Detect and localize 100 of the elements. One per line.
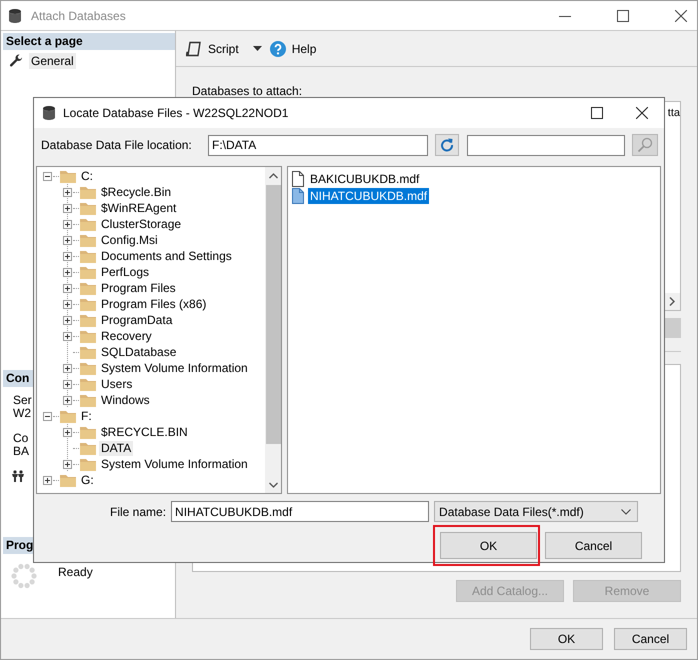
field-label: Database Data File location: (41, 138, 193, 152)
status-text: Ready (58, 564, 93, 579)
folder-icon (80, 297, 96, 311)
connection-text: W2 (13, 407, 31, 420)
expand-icon[interactable] (63, 204, 72, 212)
tree-item[interactable]: $Recycle.Bin (99, 184, 174, 200)
dialog-button[interactable]: OK (440, 532, 537, 559)
expand-icon[interactable] (43, 476, 52, 484)
filter-dropdown[interactable]: Database Data Files(*.mdf) (434, 501, 638, 522)
close-icon[interactable] (636, 107, 648, 119)
folder-icon (80, 345, 96, 359)
folder-icon (80, 201, 96, 215)
file-name-field[interactable]: NIHATCUBUKDB.mdf (171, 501, 430, 522)
page-item[interactable]: General (29, 53, 76, 69)
folder-icon (80, 377, 96, 391)
maximize-icon[interactable] (617, 10, 629, 22)
connection-text: BA (13, 445, 30, 458)
caret-icon (252, 46, 262, 51)
location-field[interactable]: F:\DATA (208, 134, 428, 156)
expand-icon[interactable] (63, 364, 72, 372)
window-title: Attach Databases (31, 8, 126, 22)
spinner-icon (11, 563, 37, 589)
expand-icon[interactable] (63, 428, 72, 436)
help-button[interactable]: Help (268, 38, 318, 58)
vertical-scrollbar[interactable] (265, 167, 281, 493)
script-button[interactable]: Script (184, 38, 264, 58)
file-item[interactable]: NIHATCUBUKDB.mdf (308, 188, 430, 204)
folder-icon (80, 233, 96, 247)
tree-item[interactable]: Windows (99, 392, 152, 408)
file-icon (291, 188, 305, 204)
expand-icon[interactable] (63, 252, 72, 260)
tree-item[interactable]: PerfLogs (99, 264, 152, 280)
folder-icon (60, 169, 76, 183)
script-icon (186, 40, 202, 56)
folder-icon (80, 185, 96, 199)
folder-icon (80, 329, 96, 343)
expand-icon[interactable] (63, 460, 72, 468)
expand-icon[interactable] (63, 300, 72, 308)
tree-item[interactable]: ProgramData (99, 312, 174, 328)
folder-icon (60, 473, 76, 487)
dialog-title: Locate Database Files - W22SQL22NOD1 (63, 106, 288, 120)
dialog-button[interactable]: Cancel (614, 628, 687, 650)
collapse-icon[interactable] (43, 412, 52, 420)
section-header: Select a page (3, 33, 175, 50)
people-icon (11, 470, 25, 482)
tree-item[interactable]: Program Files (99, 280, 178, 296)
tree-item[interactable]: SQLDatabase (99, 344, 178, 360)
search-icon (637, 137, 653, 153)
tree-item[interactable]: DATA (99, 440, 134, 456)
expand-icon[interactable] (63, 220, 72, 228)
wrench-icon (9, 54, 23, 68)
chevron-down-icon (621, 508, 632, 514)
tree-item[interactable]: C: (79, 168, 95, 184)
tree-item[interactable]: $WinREAgent (99, 200, 178, 216)
close-icon[interactable] (675, 10, 687, 22)
tree-item[interactable]: F: (79, 408, 94, 424)
tree-item[interactable]: Config.Msi (99, 232, 160, 248)
folder-icon (80, 361, 96, 375)
file-item[interactable]: BAKICUBUKDB.mdf (308, 170, 422, 186)
tree-item[interactable]: Program Files (x86) (99, 296, 208, 312)
refresh-icon (440, 138, 454, 152)
tree-item[interactable]: Documents and Settings (99, 248, 234, 264)
folder-icon (80, 457, 96, 471)
database-icon (8, 8, 22, 24)
help-icon (270, 40, 286, 56)
expand-icon[interactable] (63, 284, 72, 292)
tree-item[interactable]: System Volume Information (99, 456, 250, 472)
folder-icon (80, 265, 96, 279)
file-icon (291, 170, 305, 186)
dialog-button[interactable]: Cancel (545, 532, 642, 559)
section-label: Databases to attach: (192, 85, 304, 98)
maximize-icon[interactable] (591, 107, 603, 119)
expand-icon[interactable] (63, 396, 72, 404)
search-field[interactable] (467, 134, 625, 156)
expand-icon[interactable] (63, 380, 72, 388)
dialog-button[interactable]: OK (530, 628, 603, 650)
folder-icon (80, 425, 96, 439)
connection-text: Co (13, 432, 28, 445)
folder-icon (80, 217, 96, 231)
folder-icon (80, 393, 96, 407)
expand-icon[interactable] (63, 268, 72, 276)
scrollbar-thumb[interactable] (266, 185, 280, 444)
tree-item[interactable]: ClusterStorage (99, 216, 184, 232)
expand-icon[interactable] (63, 188, 72, 196)
expand-icon[interactable] (63, 316, 72, 324)
field-label: File name: (110, 504, 166, 518)
folder-icon (80, 441, 96, 455)
collapse-icon[interactable] (43, 172, 52, 180)
folder-icon (80, 249, 96, 263)
expand-icon[interactable] (63, 332, 72, 340)
folder-icon (80, 313, 96, 327)
refresh-button[interactable] (435, 134, 459, 156)
tree-item[interactable]: $RECYCLE.BIN (99, 424, 190, 440)
database-icon (42, 105, 56, 121)
folder-icon (80, 281, 96, 295)
tree-item[interactable]: Recovery (99, 328, 154, 344)
tree-item[interactable]: G: (79, 472, 96, 488)
connection-text: Ser (13, 394, 32, 407)
folder-icon (60, 409, 76, 423)
expand-icon[interactable] (63, 236, 72, 244)
